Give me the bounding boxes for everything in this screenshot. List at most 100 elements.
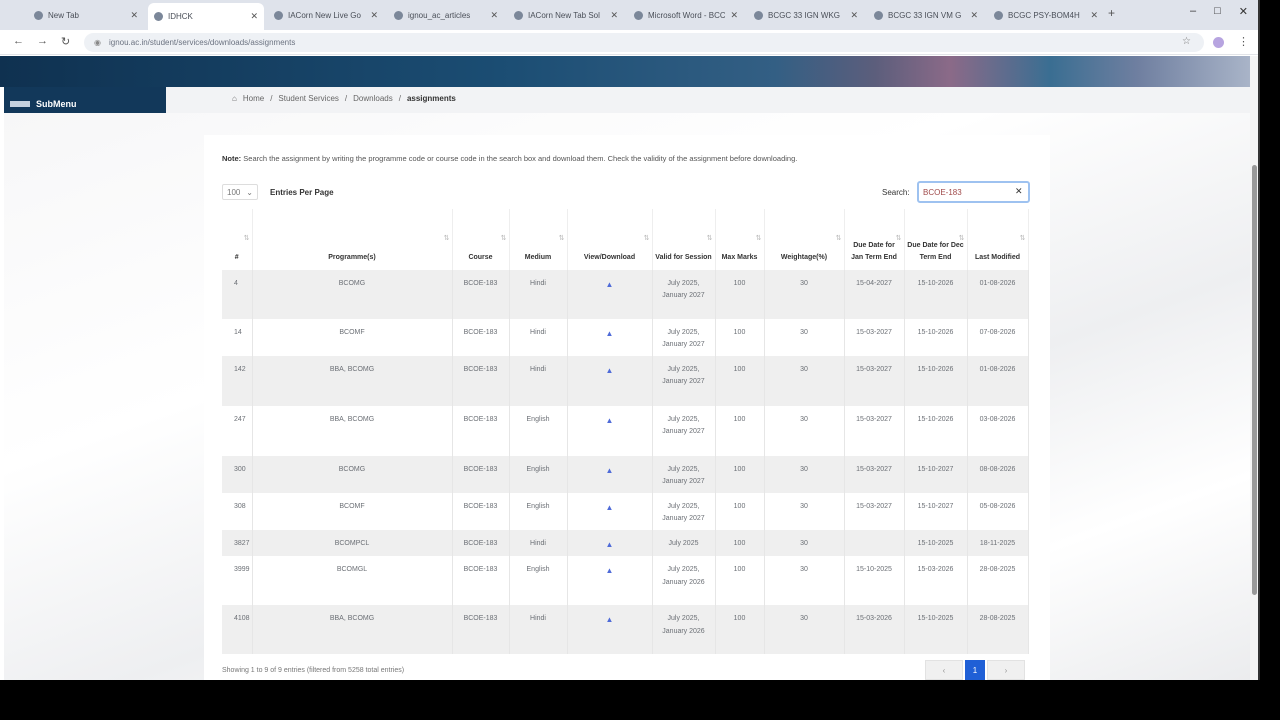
download-icon[interactable]: ▲ bbox=[606, 416, 614, 425]
column-header-label: View/Download bbox=[583, 253, 636, 261]
bookmark-star-icon[interactable]: ☆ bbox=[1182, 36, 1191, 47]
url-bar[interactable]: ◉ ignou.ac.in/student/services/downloads… bbox=[84, 33, 1204, 52]
sort-icon[interactable]: ⇅ bbox=[1020, 233, 1026, 245]
tab-title: ignou_ac_articles bbox=[408, 10, 471, 20]
search-input[interactable] bbox=[917, 181, 1030, 203]
reload-icon[interactable]: ↻ bbox=[61, 35, 70, 48]
download-icon[interactable]: ▲ bbox=[606, 366, 614, 375]
pagination-previous[interactable]: ‹ bbox=[925, 660, 963, 680]
column-header[interactable]: Due Date for Jan Term End ⇅ bbox=[844, 209, 905, 270]
table-cell: July 2025, January 2027 bbox=[652, 319, 716, 356]
column-header[interactable]: Medium ⇅ bbox=[509, 209, 568, 270]
breadcrumb-student-services[interactable]: Student Services bbox=[278, 94, 338, 103]
browser-tab[interactable]: BCGC PSY-BOM4H ✕ bbox=[988, 4, 1104, 26]
close-tab-icon[interactable]: ✕ bbox=[610, 10, 618, 21]
column-header[interactable]: View/Download ⇅ bbox=[567, 209, 653, 270]
download-icon[interactable]: ▲ bbox=[606, 503, 614, 512]
table-cell: 15-10-2027 bbox=[904, 493, 968, 530]
sort-icon[interactable]: ⇅ bbox=[707, 233, 713, 245]
download-icon[interactable]: ▲ bbox=[606, 615, 614, 624]
sort-icon[interactable]: ⇅ bbox=[244, 233, 250, 245]
close-tab-icon[interactable]: ✕ bbox=[730, 10, 738, 21]
favicon-icon bbox=[34, 10, 43, 20]
column-header[interactable]: Valid for Session ⇅ bbox=[652, 209, 716, 270]
table-cell: BCOMF bbox=[252, 319, 453, 356]
entries-select[interactable]: 100 ⌄ bbox=[222, 184, 258, 200]
browser-menu-icon[interactable]: ⋮ bbox=[1238, 35, 1249, 48]
site-info-icon[interactable]: ◉ bbox=[94, 38, 101, 47]
tab-title: BCGC 33 IGN VM G bbox=[888, 10, 962, 20]
download-icon[interactable]: ▲ bbox=[606, 329, 614, 338]
close-tab-icon[interactable]: ✕ bbox=[490, 10, 498, 21]
close-tab-icon[interactable]: ✕ bbox=[1090, 10, 1098, 21]
table-cell: English bbox=[509, 406, 568, 456]
column-header[interactable]: Programme(s) ⇅ bbox=[252, 209, 453, 270]
browser-tab[interactable]: IACorn New Tab Sol ✕ bbox=[508, 4, 624, 26]
table-cell: July 2025, January 2027 bbox=[652, 356, 716, 406]
table-cell: Hindi bbox=[509, 356, 568, 406]
download-icon[interactable]: ▲ bbox=[606, 280, 614, 289]
browser-tab[interactable]: BCGC 33 IGN WKG ✕ bbox=[748, 4, 864, 26]
sort-icon[interactable]: ⇅ bbox=[896, 233, 902, 245]
pagination-page-current[interactable]: 1 bbox=[965, 660, 985, 680]
browser-tab[interactable]: ignou_ac_articles ✕ bbox=[388, 4, 504, 26]
column-header[interactable]: # ⇅ bbox=[222, 209, 253, 270]
close-tab-icon[interactable]: ✕ bbox=[370, 10, 378, 21]
profile-avatar[interactable] bbox=[1213, 37, 1224, 48]
table-cell: English bbox=[509, 493, 568, 530]
forward-icon[interactable]: → bbox=[37, 35, 48, 47]
submenu-label: SubMenu bbox=[36, 99, 77, 109]
column-header[interactable]: Last Modified ⇅ bbox=[967, 209, 1029, 270]
table-cell: 30 bbox=[764, 319, 845, 356]
sort-icon[interactable]: ⇅ bbox=[559, 233, 565, 245]
scrollbar-thumb[interactable] bbox=[1252, 165, 1257, 595]
close-tab-icon[interactable]: ✕ bbox=[130, 10, 138, 21]
table-cell: 4 bbox=[222, 270, 253, 319]
close-window-icon[interactable]: ✕ bbox=[1239, 5, 1248, 18]
search-label: Search: bbox=[882, 188, 910, 197]
browser-tab[interactable]: Microsoft Word - BCC ✕ bbox=[628, 4, 744, 26]
breadcrumb-home[interactable]: Home bbox=[243, 94, 264, 103]
download-icon[interactable]: ▲ bbox=[606, 540, 614, 549]
column-header[interactable]: Max Marks ⇅ bbox=[715, 209, 765, 270]
new-tab-button[interactable]: + bbox=[1108, 6, 1115, 20]
column-header[interactable]: Weightage(%) ⇅ bbox=[764, 209, 845, 270]
breadcrumb-separator: / bbox=[270, 94, 273, 103]
table-cell: July 2025, January 2027 bbox=[652, 270, 716, 319]
table-cell: 03-08-2026 bbox=[967, 406, 1029, 456]
table-cell: 100 bbox=[715, 605, 765, 655]
breadcrumb-downloads[interactable]: Downloads bbox=[353, 94, 393, 103]
table-cell: 30 bbox=[764, 356, 845, 406]
favicon-icon bbox=[754, 10, 763, 20]
sort-icon[interactable]: ⇅ bbox=[501, 233, 507, 245]
column-header[interactable]: Course ⇅ bbox=[452, 209, 510, 270]
home-icon[interactable]: ⌂ bbox=[232, 94, 237, 103]
submenu-button[interactable]: SubMenu bbox=[4, 87, 166, 113]
browser-tab[interactable]: IACorn New Live Go ✕ bbox=[268, 4, 384, 26]
minimize-icon[interactable]: – bbox=[1190, 5, 1196, 18]
column-header-label: Max Marks bbox=[721, 253, 758, 261]
browser-tab[interactable]: BCGC 33 IGN VM G ✕ bbox=[868, 4, 984, 26]
browser-tab[interactable]: IDHCK ✕ bbox=[148, 3, 264, 30]
back-icon[interactable]: ← bbox=[13, 35, 24, 47]
download-icon[interactable]: ▲ bbox=[606, 466, 614, 475]
sort-icon[interactable]: ⇅ bbox=[444, 233, 450, 245]
clear-search-icon[interactable]: ✕ bbox=[1015, 186, 1023, 197]
column-header[interactable]: Due Date for Dec Term End ⇅ bbox=[904, 209, 968, 270]
download-icon[interactable]: ▲ bbox=[606, 566, 614, 575]
sort-icon[interactable]: ⇅ bbox=[644, 233, 650, 245]
table-cell: 30 bbox=[764, 456, 845, 493]
close-tab-icon[interactable]: ✕ bbox=[250, 11, 258, 22]
table-cell: BCOE-183 bbox=[452, 456, 510, 493]
close-tab-icon[interactable]: ✕ bbox=[850, 10, 858, 21]
window-controls: – □ ✕ bbox=[1190, 5, 1248, 18]
pagination-next[interactable]: › bbox=[987, 660, 1025, 680]
maximize-icon[interactable]: □ bbox=[1214, 5, 1221, 18]
close-tab-icon[interactable]: ✕ bbox=[970, 10, 978, 21]
browser-tab[interactable]: New Tab ✕ bbox=[28, 4, 144, 26]
sort-icon[interactable]: ⇅ bbox=[836, 233, 842, 245]
sort-icon[interactable]: ⇅ bbox=[756, 233, 762, 245]
sort-icon[interactable]: ⇅ bbox=[959, 233, 965, 245]
table-cell: BCOMPCL bbox=[252, 530, 453, 557]
table-cell: July 2025, January 2026 bbox=[652, 556, 716, 606]
